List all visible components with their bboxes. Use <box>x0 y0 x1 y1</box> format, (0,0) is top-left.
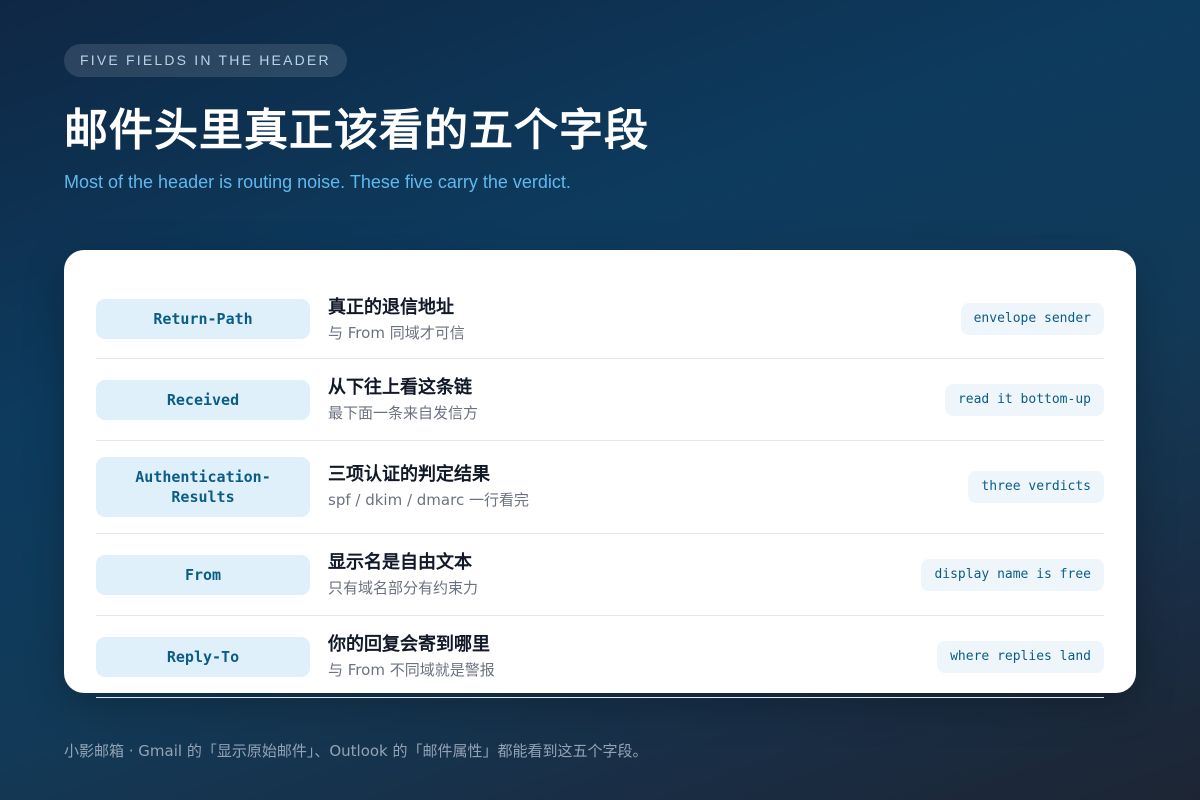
footer-note: 小影邮箱 · Gmail 的「显示原始邮件」、Outlook 的「邮件属性」都能… <box>64 742 648 760</box>
field-title: 你的回复会寄到哪里 <box>328 633 490 655</box>
field-description: 显示名是自由文本 只有域名部分有约束力 <box>328 551 478 599</box>
field-name-badge: Reply-To <box>96 636 310 677</box>
field-name-badge: Authentication-Results <box>96 457 310 517</box>
page-title: 邮件头里真正该看的五个字段 <box>64 105 649 156</box>
field-name-badge: Return-Path <box>96 299 310 339</box>
field-row-received: Received 从下往上看这条链 最下面一条来自发信方 read it bot… <box>96 359 1104 441</box>
field-row-from: From 显示名是自由文本 只有域名部分有约束力 display name is… <box>96 534 1104 616</box>
field-description: 从下往上看这条链 最下面一条来自发信方 <box>328 376 478 424</box>
field-note: spf / dkim / dmarc 一行看完 <box>328 491 529 509</box>
page-subtitle: Most of the header is routing noise. The… <box>64 172 571 192</box>
field-title: 真正的退信地址 <box>328 297 454 318</box>
field-tag: read it bottom-up <box>944 383 1104 416</box>
field-tag: three verdicts <box>968 471 1104 503</box>
field-name-badge: Received <box>96 379 310 420</box>
field-description: 真正的退信地址 与 From 同域才可信 <box>328 296 465 344</box>
field-row-return-path: Return-Path 真正的退信地址 与 From 同域才可信 envelop… <box>96 266 1104 359</box>
field-note: 与 From 同域才可信 <box>328 324 465 342</box>
field-title: 三项认证的判定结果 <box>328 464 490 485</box>
field-note: 与 From 不同域就是警报 <box>328 660 495 679</box>
field-note: 只有域名部分有约束力 <box>328 578 479 597</box>
section-pill: FIVE FIELDS IN THE HEADER <box>64 44 347 77</box>
field-title: 从下往上看这条链 <box>328 376 472 398</box>
header-fields-card: Return-Path 真正的退信地址 与 From 同域才可信 envelop… <box>64 250 1136 698</box>
field-row-reply-to: Reply-To 你的回复会寄到哪里 与 From 不同域就是警报 where … <box>96 616 1104 698</box>
field-row-authentication-results: Authentication-Results 三项认证的判定结果 spf / d… <box>96 441 1104 534</box>
field-name-badge: From <box>96 554 310 595</box>
field-note: 最下面一条来自发信方 <box>328 403 479 422</box>
field-title: 显示名是自由文本 <box>328 551 472 573</box>
field-tag: display name is free <box>921 558 1104 591</box>
field-tag: envelope sender <box>960 303 1104 335</box>
field-description: 你的回复会寄到哪里 与 From 不同域就是警报 <box>328 633 495 681</box>
field-description: 三项认证的判定结果 spf / dkim / dmarc 一行看完 <box>328 463 529 511</box>
field-tag: where replies land <box>937 640 1104 673</box>
